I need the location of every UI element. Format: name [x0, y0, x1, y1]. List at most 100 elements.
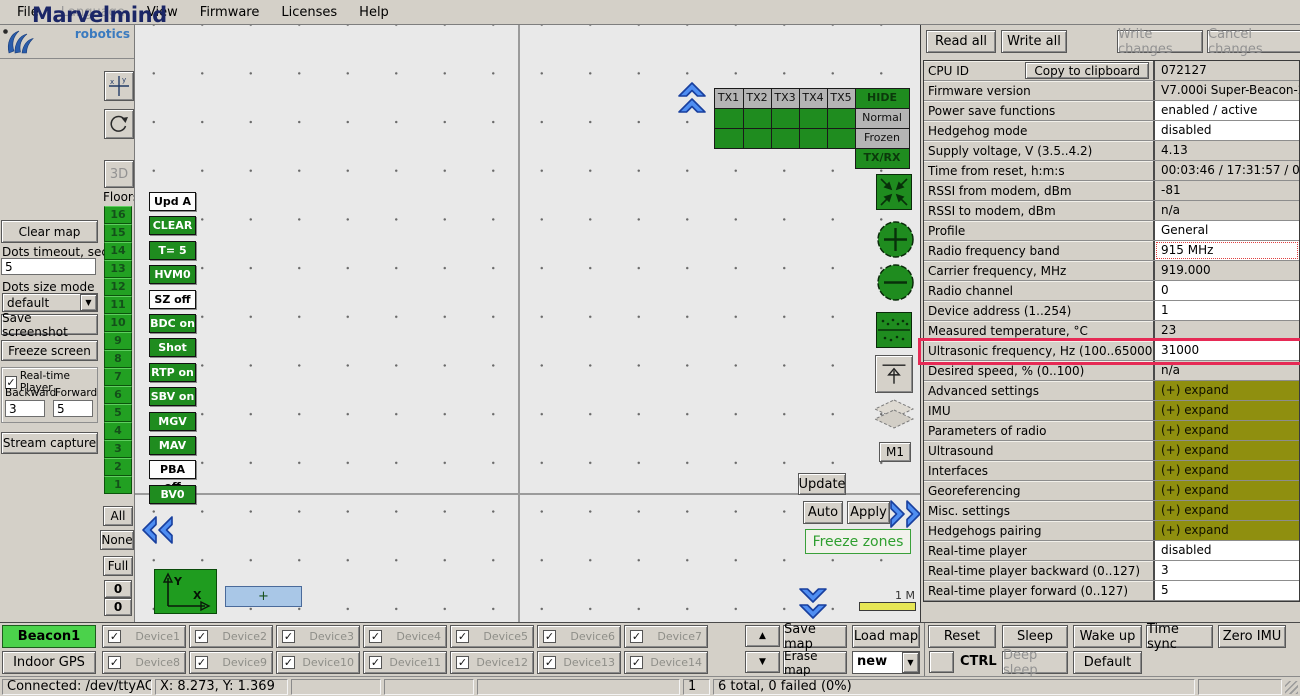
view-3d-button[interactable]: 3D — [104, 160, 134, 188]
deep-sleep-button[interactable]: Deep sleep — [1002, 651, 1068, 674]
device-cell-device8[interactable]: ✓Device8 — [102, 651, 186, 674]
tx-header-tx5[interactable]: TX5 — [827, 88, 856, 109]
checkbox-device4[interactable]: ✓ — [369, 630, 382, 643]
upload-map-button[interactable] — [875, 355, 913, 393]
floor-button-2[interactable]: 2 — [104, 458, 132, 476]
backward-input[interactable] — [5, 400, 45, 417]
copy-to-clipboard-button[interactable]: Copy to clipboard — [1025, 62, 1149, 79]
tx-row-normal[interactable]: Normal — [855, 108, 910, 129]
load-map-button[interactable]: Load map — [852, 625, 920, 648]
device-cell-device5[interactable]: ✓Device5 — [450, 625, 534, 648]
map-select-combobox[interactable]: new ▼ — [852, 651, 920, 674]
tx-state-cell[interactable] — [827, 108, 856, 129]
device-cell-device10[interactable]: ✓Device10 — [276, 651, 360, 674]
save-screenshot-button[interactable]: Save screenshot — [1, 314, 98, 335]
chevron-down-icon[interactable]: ▼ — [902, 652, 919, 673]
m1-button[interactable]: M1 — [879, 442, 911, 462]
checkbox-device6[interactable]: ✓ — [543, 630, 556, 643]
floor-button-9[interactable]: 9 — [104, 332, 132, 350]
checkbox-device5[interactable]: ✓ — [456, 630, 469, 643]
device-cell-device6[interactable]: ✓Device6 — [537, 625, 621, 648]
checkbox-device13[interactable]: ✓ — [543, 656, 556, 669]
tx-state-cell[interactable] — [799, 108, 828, 129]
time-sync-button[interactable]: Time sync — [1146, 625, 1213, 648]
checkbox-device1[interactable]: ✓ — [108, 630, 121, 643]
forward-input[interactable] — [53, 400, 93, 417]
freeze-screen-button[interactable]: Freeze screen — [1, 340, 98, 361]
read-all-button[interactable]: Read all — [926, 30, 996, 53]
floor-button-15[interactable]: 15 — [104, 224, 132, 242]
tx-header-tx1[interactable]: TX1 — [714, 88, 744, 109]
checkbox-device11[interactable]: ✓ — [369, 656, 382, 669]
checkbox-device12[interactable]: ✓ — [456, 656, 469, 669]
param-value-radio-channel[interactable]: 0 — [1155, 281, 1299, 300]
device-cell-device7[interactable]: ✓Device7 — [624, 625, 708, 648]
floor-button-3[interactable]: 3 — [104, 440, 132, 458]
device-cell-device3[interactable]: ✓Device3 — [276, 625, 360, 648]
map-cmd-mav-on[interactable]: MAV on — [149, 436, 196, 455]
map-canvas[interactable]: Upd ACLEART= 5HVM0SZ offBDC onShotRTP on… — [134, 25, 920, 622]
sleep-button[interactable]: Sleep — [1002, 625, 1068, 648]
map-cmd-clear[interactable]: CLEAR — [149, 216, 196, 235]
floor-button-12[interactable]: 12 — [104, 278, 132, 296]
tx-header-tx3[interactable]: TX3 — [771, 88, 800, 109]
floor-button-14[interactable]: 14 — [104, 242, 132, 260]
ctrl-checkbox[interactable] — [929, 651, 954, 673]
floor-button-11[interactable]: 11 — [104, 296, 132, 314]
tx-header-tx2[interactable]: TX2 — [743, 88, 772, 109]
checkbox-device9[interactable]: ✓ — [195, 656, 208, 669]
map-cmd-sz-off[interactable]: SZ off — [149, 290, 196, 309]
map-cmd-upd-a[interactable]: Upd A — [149, 192, 196, 211]
write-all-button[interactable]: Write all — [1001, 30, 1067, 53]
resize-grip[interactable] — [1285, 681, 1298, 694]
layers-button[interactable] — [873, 398, 915, 437]
param-value-imu[interactable]: (+) expand — [1155, 401, 1299, 420]
erase-map-button[interactable]: Erase map — [783, 651, 847, 674]
param-value-hedgehog-mode[interactable]: disabled — [1155, 121, 1299, 140]
param-value-radio-frequency-band[interactable]: 915 MHz — [1155, 241, 1299, 260]
zero-imu-button[interactable]: Zero IMU — [1218, 625, 1286, 648]
add-submap-button[interactable]: + — [225, 586, 302, 607]
chevron-double-right-icon[interactable] — [889, 497, 919, 531]
param-value-power-save-functions[interactable]: enabled / active — [1155, 101, 1299, 120]
param-value-advanced-settings[interactable]: (+) expand — [1155, 381, 1299, 400]
checkbox-device8[interactable]: ✓ — [108, 656, 121, 669]
cancel-changes-button[interactable]: Cancel changes — [1207, 30, 1300, 53]
device-cell-device14[interactable]: ✓Device14 — [624, 651, 708, 674]
stream-capture-button[interactable]: Stream capture — [1, 432, 98, 454]
auto-button[interactable]: Auto — [803, 501, 843, 524]
param-value-parameters-of-radio[interactable]: (+) expand — [1155, 421, 1299, 440]
device-cell-device12[interactable]: ✓Device12 — [450, 651, 534, 674]
param-value-real-time-player[interactable]: disabled — [1155, 541, 1299, 560]
param-value-ultrasonic-frequency-hz-100-65000[interactable]: 31000 — [1155, 341, 1299, 360]
wake-up-button[interactable]: Wake up — [1073, 625, 1142, 648]
map-cmd-shot[interactable]: Shot — [149, 338, 196, 357]
map-cmd-mgv-on[interactable]: MGV on — [149, 412, 196, 431]
rotate-view-button[interactable] — [104, 109, 134, 139]
checkbox-device3[interactable]: ✓ — [282, 630, 295, 643]
map-cmd-pba-off[interactable]: PBA off — [149, 460, 196, 479]
menu-firmware[interactable]: Firmware — [189, 2, 271, 23]
tx-state-cell[interactable] — [743, 108, 772, 129]
floors-full-button[interactable]: Full — [103, 556, 133, 576]
floor-button-10[interactable]: 10 — [104, 314, 132, 332]
param-value-device-address-1-254[interactable]: 1 — [1155, 301, 1299, 320]
tx-state-cell[interactable] — [799, 128, 828, 149]
checkbox-device10[interactable]: ✓ — [282, 656, 295, 669]
checkbox-device7[interactable]: ✓ — [630, 630, 643, 643]
map-cmd-bdc-on[interactable]: BDC on — [149, 314, 196, 333]
device-cell-device1[interactable]: ✓Device1 — [102, 625, 186, 648]
param-value-misc-settings[interactable]: (+) expand — [1155, 501, 1299, 520]
floor-button-1[interactable]: 1 — [104, 476, 132, 494]
device-cell-device4[interactable]: ✓Device4 — [363, 625, 447, 648]
reset-button[interactable]: Reset — [928, 625, 996, 648]
menu-licenses[interactable]: Licenses — [270, 2, 348, 23]
devices-scroll-up-button[interactable]: ▲ — [745, 625, 780, 647]
param-value-georeferencing[interactable]: (+) expand — [1155, 481, 1299, 500]
fit-to-screen-button[interactable] — [876, 174, 912, 213]
tx-rx-button[interactable]: TX/RX — [855, 148, 910, 169]
zoom-out-button[interactable] — [877, 264, 914, 304]
param-value-profile[interactable]: General — [1155, 221, 1299, 240]
param-value-ultrasound[interactable]: (+) expand — [1155, 441, 1299, 460]
write-changes-button[interactable]: Write changes — [1117, 30, 1203, 53]
